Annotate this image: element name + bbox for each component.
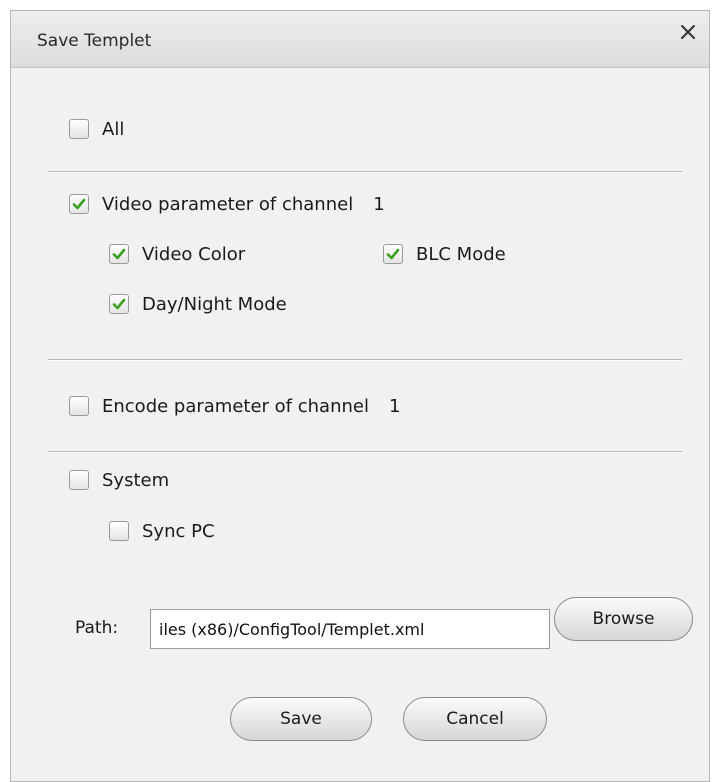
encode-parameter-checkbox[interactable]: [69, 396, 89, 416]
save-templet-dialog: Save Templet All Video parameter of chan…: [10, 10, 710, 782]
sync-pc-checkbox[interactable]: [109, 521, 129, 541]
day-night-mode-checkbox[interactable]: [109, 294, 129, 314]
path-input[interactable]: [150, 609, 550, 649]
video-parameter-option[interactable]: Video parameter of channel 1: [69, 192, 385, 216]
checkmark-icon: [72, 198, 86, 210]
video-parameter-label: Video parameter of channel: [102, 193, 354, 215]
blc-mode-label: BLC Mode: [416, 243, 506, 265]
path-label: Path:: [75, 618, 119, 638]
separator: [48, 359, 682, 361]
video-color-checkbox[interactable]: [109, 244, 129, 264]
encode-parameter-option[interactable]: Encode parameter of channel 1: [69, 394, 400, 418]
all-option[interactable]: All: [69, 117, 124, 141]
checkmark-icon: [112, 298, 126, 310]
close-icon[interactable]: [677, 21, 699, 43]
all-checkbox[interactable]: [69, 119, 89, 139]
blc-mode-option[interactable]: BLC Mode: [383, 242, 506, 266]
save-button[interactable]: Save: [230, 697, 372, 741]
video-color-option[interactable]: Video Color: [109, 242, 245, 266]
all-label: All: [102, 118, 125, 140]
separator: [48, 171, 682, 173]
system-option[interactable]: System: [69, 468, 169, 492]
video-channel-number: 1: [373, 193, 385, 215]
encode-parameter-label: Encode parameter of channel: [102, 395, 369, 417]
encode-channel-number: 1: [388, 395, 401, 417]
sync-pc-option[interactable]: Sync PC: [109, 519, 215, 543]
checkmark-icon: [386, 248, 400, 260]
title-bar: Save Templet: [11, 11, 709, 68]
cancel-button[interactable]: Cancel: [403, 697, 547, 741]
day-night-mode-option[interactable]: Day/Night Mode: [109, 292, 287, 316]
checkmark-icon: [112, 248, 126, 260]
dialog-title: Save Templet: [37, 31, 152, 51]
separator: [48, 451, 682, 453]
sync-pc-label: Sync PC: [142, 520, 215, 542]
video-color-label: Video Color: [142, 243, 246, 265]
blc-mode-checkbox[interactable]: [383, 244, 403, 264]
browse-button[interactable]: Browse: [554, 597, 693, 641]
system-label: System: [102, 469, 170, 491]
system-checkbox[interactable]: [69, 470, 89, 490]
video-parameter-checkbox[interactable]: [69, 194, 89, 214]
day-night-mode-label: Day/Night Mode: [142, 293, 287, 315]
